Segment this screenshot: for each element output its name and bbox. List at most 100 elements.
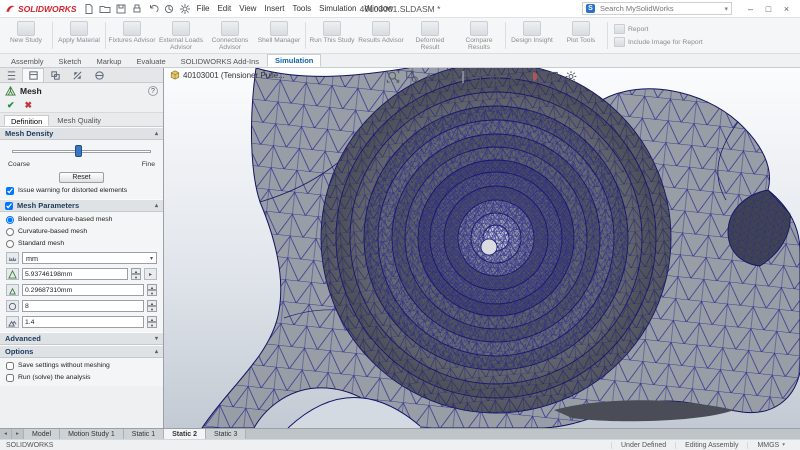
cancel-button[interactable]: ✖ <box>25 100 33 111</box>
tab-markup[interactable]: Markup <box>89 56 128 67</box>
min-element-size-input[interactable] <box>22 284 144 296</box>
search-dropdown-icon[interactable]: ▾ <box>724 5 728 13</box>
ribbon-label: New Study <box>10 37 42 44</box>
rebuild-icon[interactable] <box>163 3 175 15</box>
tab-mesh-quality[interactable]: Mesh Quality <box>51 115 107 126</box>
options-gear-icon[interactable] <box>179 3 191 15</box>
maximize-button[interactable]: □ <box>760 2 777 16</box>
ribbon-fixtures-advisor-button[interactable]: Fixtures Advisor <box>108 19 156 52</box>
view-orientation-icon[interactable] <box>470 70 483 83</box>
mesh-parameters-checkbox[interactable] <box>5 201 13 210</box>
spin-down-icon[interactable]: ▾ <box>147 306 157 312</box>
graphics-area[interactable]: 40103001 (Tensioner Pulle... <box>164 68 800 428</box>
ribbon-report-button[interactable]: Report <box>614 24 703 34</box>
model-mesh-view[interactable] <box>164 68 800 428</box>
menu-simulation[interactable]: Simulation <box>319 4 356 13</box>
edit-appearance-icon[interactable] <box>527 70 540 83</box>
hide-show-items-icon[interactable] <box>508 70 521 83</box>
tab-sketch[interactable]: Sketch <box>52 56 89 67</box>
help-icon[interactable]: ? <box>148 85 158 96</box>
max-size-spinner[interactable]: ▴ ▾ <box>131 268 141 280</box>
ribbon-connections-advisor-button[interactable]: Connections Advisor <box>206 19 254 52</box>
ribbon-plot-tools-button[interactable]: Plot Tools <box>557 19 605 52</box>
section-advanced[interactable]: Advanced ▾ <box>0 332 163 345</box>
ribbon-apply-material-button[interactable]: Apply Material <box>55 19 103 52</box>
ribbon-include-image-button[interactable]: Include Image for Report <box>614 37 703 47</box>
open-document-icon[interactable] <box>99 3 111 15</box>
section-options[interactable]: Options ▴ <box>0 345 163 358</box>
new-document-icon[interactable] <box>83 3 95 15</box>
ribbon-new-study-button[interactable]: New Study <box>2 19 50 52</box>
apply-material-icon <box>70 21 88 36</box>
dimxpert-manager-tab[interactable] <box>66 68 88 82</box>
display-style-icon[interactable] <box>489 70 502 83</box>
close-button[interactable]: × <box>778 2 795 16</box>
breadcrumb[interactable]: 40103001 (Tensioner Pulle... <box>170 70 285 80</box>
search-box[interactable]: S ▾ <box>582 2 732 15</box>
max-element-size-input[interactable] <box>22 268 128 280</box>
tab-model[interactable]: Model <box>24 429 61 439</box>
apply-scene-icon[interactable] <box>546 70 559 83</box>
tab-static-1[interactable]: Static 1 <box>123 429 165 439</box>
min-elements-circle-input[interactable] <box>22 300 144 312</box>
view-settings-icon[interactable] <box>565 70 578 83</box>
section-mesh-density[interactable]: Mesh Density ▴ <box>0 127 163 140</box>
units-dropdown[interactable]: MMGS ▾ <box>747 441 794 449</box>
slider-handle[interactable] <box>74 145 82 157</box>
section-view-icon[interactable] <box>444 70 457 83</box>
print-icon[interactable] <box>131 3 143 15</box>
growth-ratio-spinner[interactable]: ▴ ▾ <box>147 316 157 328</box>
save-settings-checkbox[interactable] <box>6 362 14 370</box>
run-analysis-checkbox[interactable] <box>6 374 14 382</box>
tab-motion-study-1[interactable]: Motion Study 1 <box>60 429 124 439</box>
ribbon-external-loads-advisor-button[interactable]: External Loads Advisor <box>157 19 205 52</box>
unit-dropdown[interactable]: mm ▾ <box>22 252 157 264</box>
growth-ratio-input[interactable] <box>22 316 144 328</box>
ok-button[interactable]: ✔ <box>7 100 15 111</box>
min-size-spinner[interactable]: ▴ ▾ <box>147 284 157 296</box>
tab-evaluate[interactable]: Evaluate <box>129 56 172 67</box>
tab-scroll-right[interactable]: ▸ <box>12 429 24 439</box>
menu-file[interactable]: File <box>197 4 210 13</box>
spin-down-icon[interactable]: ▾ <box>147 290 157 296</box>
ribbon-run-this-study-button[interactable]: Run This Study <box>308 19 356 52</box>
property-manager-tab[interactable] <box>22 68 44 82</box>
search-input[interactable] <box>598 3 722 14</box>
menu-tools[interactable]: Tools <box>292 4 311 13</box>
zoom-fit-icon[interactable] <box>386 70 400 83</box>
tab-simulation[interactable]: Simulation <box>267 54 322 67</box>
standard-mesh-radio[interactable] <box>6 240 14 248</box>
tab-scroll-left[interactable]: ◂ <box>0 429 12 439</box>
tab-definition[interactable]: Definition <box>4 115 50 126</box>
ribbon-shell-manager-button[interactable]: Shell Manager <box>255 19 303 52</box>
zoom-area-icon[interactable] <box>406 70 419 83</box>
mesh-density-slider[interactable] <box>12 145 151 157</box>
distorted-warning-checkbox[interactable] <box>6 187 14 195</box>
ribbon-deformed-result-button[interactable]: Deformed Result <box>406 19 454 52</box>
minimize-button[interactable]: – <box>742 2 759 16</box>
spin-down-icon[interactable]: ▾ <box>131 274 141 280</box>
tab-static-3[interactable]: Static 3 <box>206 429 247 439</box>
save-icon[interactable] <box>115 3 127 15</box>
ribbon-design-insight-button[interactable]: Design Insight <box>508 19 556 52</box>
menu-edit[interactable]: Edit <box>217 4 231 13</box>
spin-down-icon[interactable]: ▾ <box>147 322 157 328</box>
ribbon-compare-results-button[interactable]: Compare Results <box>455 19 503 52</box>
blended-curvature-radio[interactable] <box>6 216 14 224</box>
undo-icon[interactable] <box>147 3 159 15</box>
ribbon-results-advisor-button[interactable]: Results Advisor <box>357 19 405 52</box>
menu-view[interactable]: View <box>239 4 256 13</box>
section-mesh-parameters[interactable]: Mesh Parameters ▴ <box>0 199 163 212</box>
display-manager-tab[interactable] <box>88 68 110 82</box>
previous-view-icon[interactable] <box>425 70 438 83</box>
menu-insert[interactable]: Insert <box>264 4 284 13</box>
tab-solidworks-addins[interactable]: SOLIDWORKS Add-Ins <box>174 56 266 67</box>
min-elements-spinner[interactable]: ▴ ▾ <box>147 300 157 312</box>
tab-assembly[interactable]: Assembly <box>4 56 51 67</box>
feature-manager-tab[interactable] <box>0 68 22 82</box>
tab-static-2[interactable]: Static 2 <box>164 429 207 439</box>
configuration-manager-tab[interactable] <box>44 68 66 82</box>
size-link-button[interactable]: ▸ <box>144 268 157 280</box>
curvature-based-radio[interactable] <box>6 228 14 236</box>
reset-button[interactable]: Reset <box>59 172 104 183</box>
